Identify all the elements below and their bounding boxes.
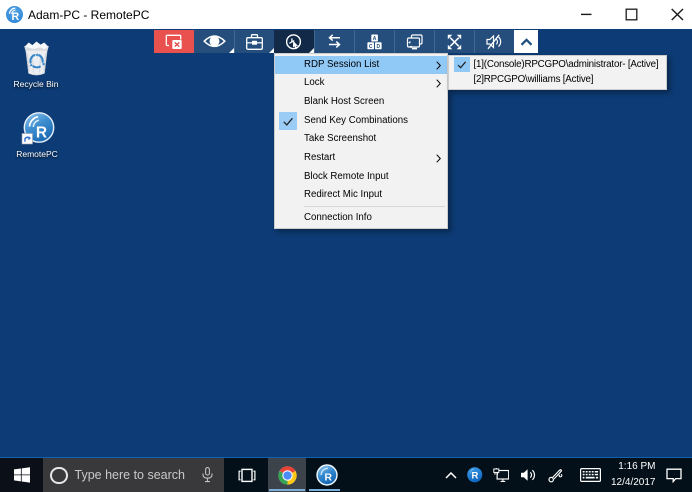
- svg-text:R: R: [324, 473, 332, 484]
- svg-text:D: D: [376, 43, 380, 49]
- svg-text:R: R: [35, 125, 46, 142]
- svg-text:C: C: [368, 43, 372, 49]
- svg-text:A: A: [372, 36, 376, 42]
- svg-text:R: R: [472, 471, 479, 482]
- svg-text:R: R: [12, 11, 20, 23]
